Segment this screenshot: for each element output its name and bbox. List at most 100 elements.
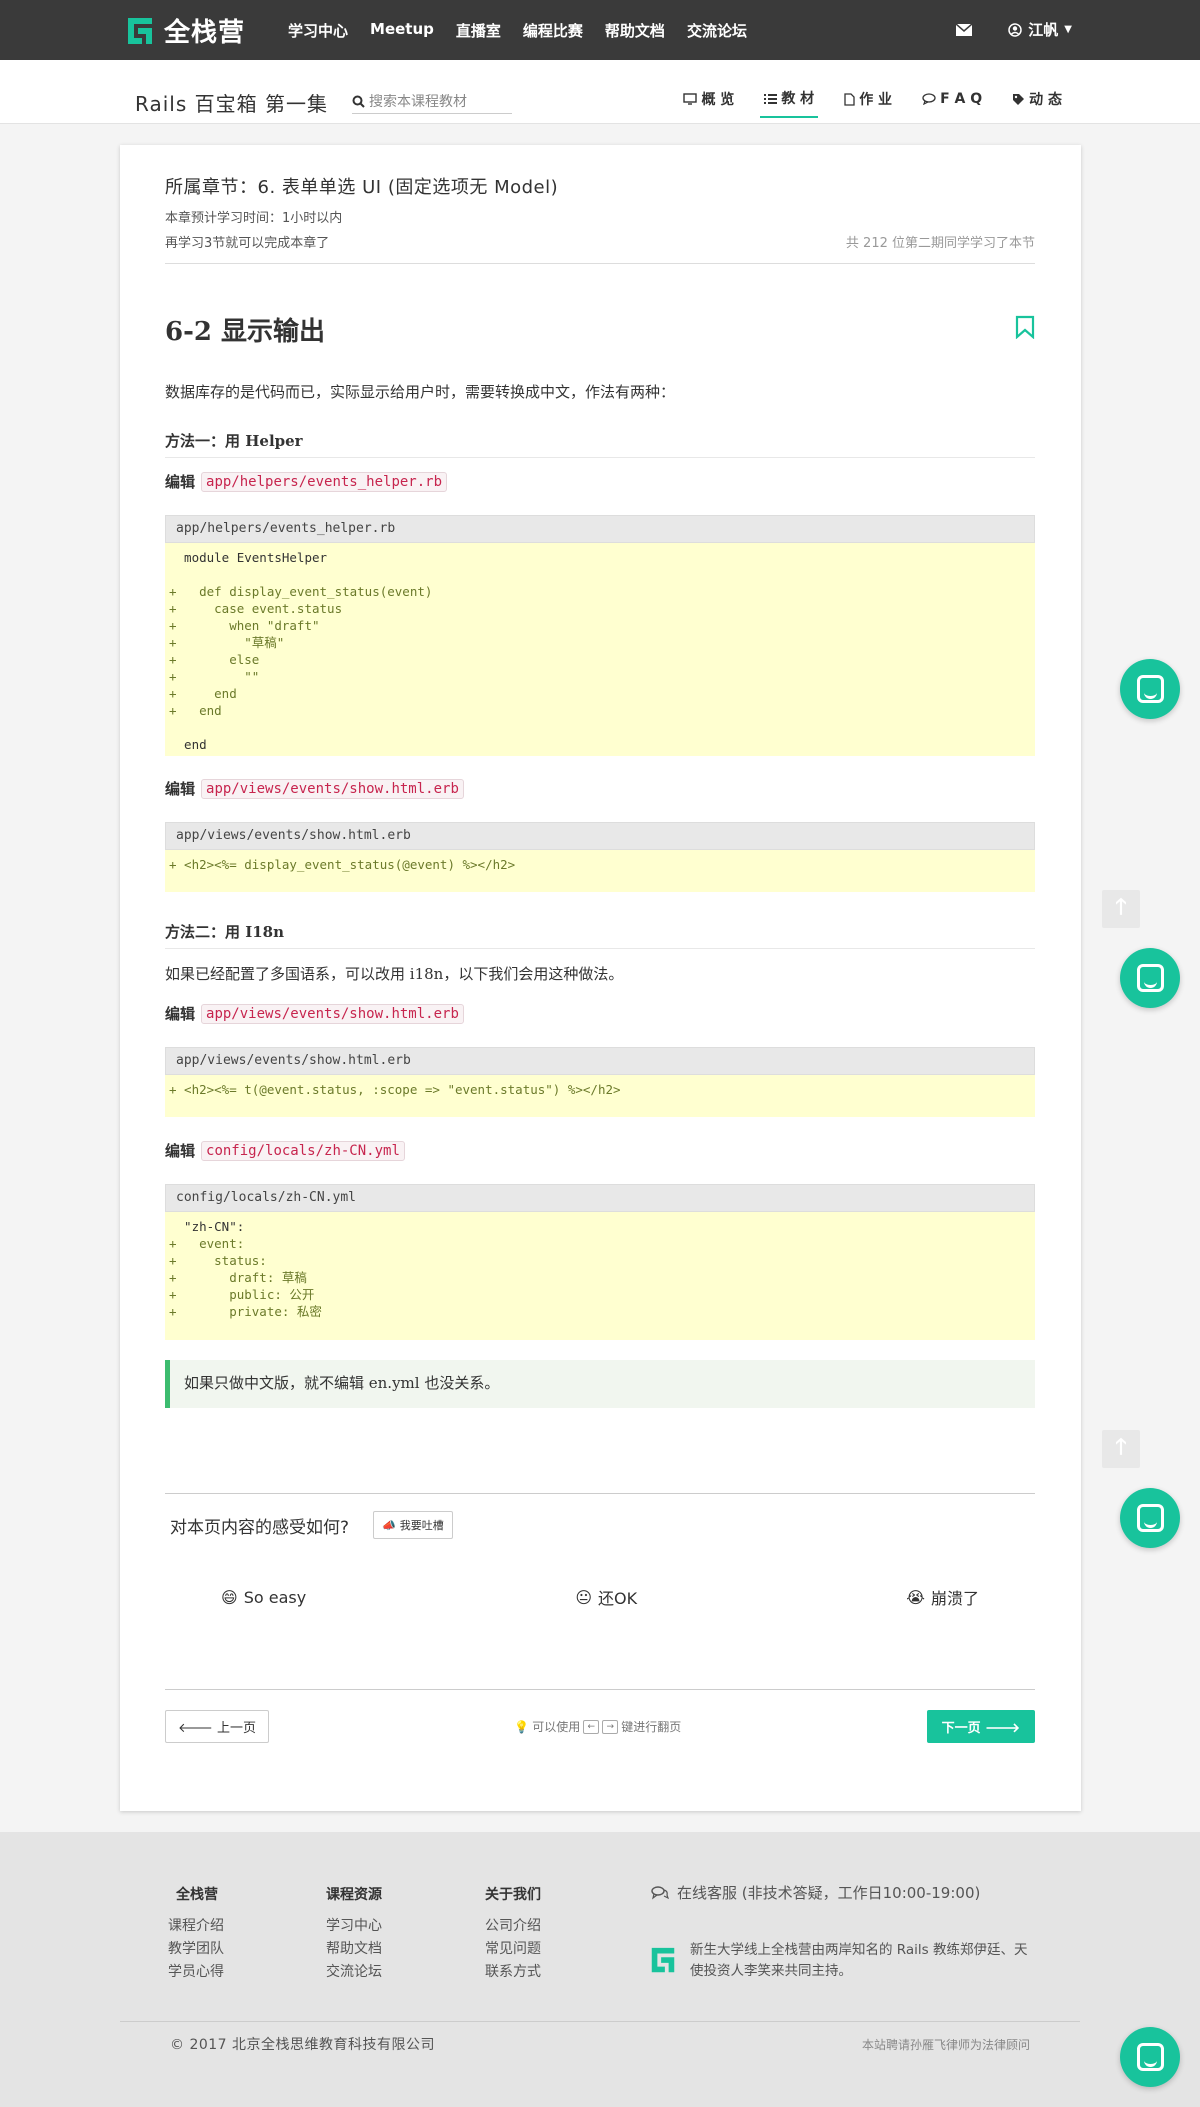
file-path-chip: app/views/events/show.html.erb (201, 778, 464, 799)
code-block-4: config/locals/zh-CN.yml "zh-CN": + event… (165, 1184, 1035, 1340)
user-menu[interactable]: 江帆 ▼ (1008, 19, 1072, 40)
prev-page-label: 上一页 (217, 1721, 257, 1736)
reaction-crash[interactable]: 😭 崩溃了 (906, 1585, 979, 1609)
chapter-title: 所属章节：6. 表单单选 UI (固定选项无 Model) (165, 177, 559, 198)
footer-link[interactable]: 交流论坛 (326, 1961, 382, 1984)
edit-label: 编辑 (165, 1142, 196, 1160)
nav-meetup[interactable]: Meetup (370, 20, 434, 41)
file-path-chip: config/locals/zh-CN.yml (201, 1140, 405, 1161)
reaction-ok[interactable]: 😐 还OK (575, 1585, 637, 1609)
search-icon (352, 95, 365, 108)
footer-col-heading: 关于我们 (485, 1887, 541, 1903)
brand-logo[interactable]: 全栈营 (124, 12, 245, 49)
nav-help-docs[interactable]: 帮助文档 (605, 20, 665, 41)
code-block-2: app/views/events/show.html.erb + <h2><%=… (165, 822, 1035, 892)
envelope-icon[interactable] (956, 23, 973, 36)
chat-support-button[interactable] (1120, 659, 1180, 719)
footer-link[interactable]: 学员心得 (168, 1961, 224, 1984)
code-line: "zh-CN": (184, 1219, 245, 1234)
footer-link[interactable]: 帮助文档 (326, 1938, 382, 1961)
code-line: + def display_event_status(event) (169, 584, 433, 599)
pager-hint-pre: 可以使用 (532, 1720, 581, 1734)
code-line: + status: (169, 1253, 267, 1268)
code-line: + <h2><%= t(@event.status, :scope => "ev… (169, 1082, 621, 1097)
footer-link[interactable]: 教学团队 (168, 1938, 224, 1961)
chat-bubble-icon (1137, 2043, 1164, 2071)
edit-label: 编辑 (165, 473, 196, 491)
prev-page-button[interactable]: 🡐 上一页 (165, 1710, 270, 1743)
list-icon (764, 93, 778, 104)
method2-description: 如果已经配置了多国语系，可以改用 i18n，以下我们会用这种做法。 (165, 965, 624, 983)
footer-col-heading: 课程资源 (326, 1887, 382, 1903)
peer-count: 共 212 位第二期同学学习了本节 (845, 236, 1035, 251)
feedback-question-text: 对本页内容的感受如何? (170, 1517, 350, 1538)
code-line: + <h2><%= display_event_status(@event) %… (169, 857, 516, 872)
edit-step-3: 编辑 app/views/events/show.html.erb (165, 1003, 1035, 1024)
footer-link[interactable]: 常见问题 (485, 1938, 541, 1961)
nav-live-room[interactable]: 直播室 (456, 20, 501, 41)
nav-learning-center[interactable]: 学习中心 (288, 20, 348, 41)
chat-support-button[interactable] (1120, 2027, 1180, 2087)
next-page-button[interactable]: 下一页 🡒 (926, 1710, 1035, 1743)
rant-button-label: 我要吐槽 (399, 1519, 444, 1532)
code-block-filename: app/helpers/events_helper.rb (165, 515, 1035, 543)
reaction-easy[interactable]: 😄 So easy (221, 1585, 306, 1609)
top-navbar: 全栈营 学习中心 Meetup 直播室 编程比赛 帮助文档 交流论坛 江帆 ▼ (0, 0, 1200, 60)
online-service[interactable]: 在线客服 (非技术答疑，工作日10:00-19:00) (651, 1882, 980, 1903)
footer-about: 新生大学线上全栈营由两岸知名的 Rails 教练郑伊廷、天使投资人李笑来共同主持… (690, 1942, 1028, 1979)
code-block-3: app/views/events/show.html.erb + <h2><%=… (165, 1047, 1035, 1117)
pager: 🡐 上一页 💡 可以使用 ← → 键进行翻页 下一页 🡒 (165, 1710, 1035, 1743)
code-block-content: "zh-CN": + event: + status: + draft: 草稿 … (165, 1212, 1035, 1330)
code-line: + "草稿" (169, 635, 285, 650)
nav-contest[interactable]: 编程比赛 (523, 20, 583, 41)
edit-label: 编辑 (165, 780, 196, 798)
copyright: © 2017 北京全栈思维教育科技有限公司 (170, 2037, 436, 2053)
footer-link[interactable]: 学习中心 (326, 1915, 382, 1938)
estimated-time: 本章预计学习时间：1小时以内 (165, 211, 343, 226)
chat-support-button[interactable] (1120, 948, 1180, 1008)
pager-hint-post: 键进行翻页 (621, 1720, 682, 1734)
tab-homework-label: 作 业 (859, 92, 893, 108)
course-search-input[interactable] (369, 93, 509, 110)
code-line: module EventsHelper (184, 550, 328, 565)
tab-homework[interactable]: 作 业 (840, 88, 896, 118)
footer-col-resources: 课程资源 学习中心 帮助文档 交流论坛 (326, 1884, 382, 1984)
divider (165, 1689, 1035, 1690)
top-right-actions: 江帆 ▼ (956, 19, 1072, 40)
divider (165, 263, 1035, 264)
footer-col-about: 关于我们 公司介绍 常见问题 联系方式 (485, 1884, 541, 1984)
footer-link[interactable]: 公司介绍 (485, 1915, 541, 1938)
file-icon (844, 92, 855, 106)
code-line: + public: 公开 (169, 1287, 315, 1302)
rant-button[interactable]: 📣 我要吐槽 (373, 1511, 453, 1539)
scroll-to-top-button[interactable]: 🡑 (1102, 1430, 1140, 1468)
code-block-content: + <h2><%= t(@event.status, :scope => "ev… (165, 1075, 1035, 1108)
course-search (352, 90, 512, 114)
user-circle-icon (1008, 22, 1023, 37)
caret-down-icon: ▼ (1064, 24, 1072, 35)
bookmark-icon[interactable] (1015, 315, 1035, 339)
file-path-chip: app/views/events/show.html.erb (201, 1003, 464, 1024)
legal-notice: 本站聘请孙雁飞律师为法律顾问 (861, 2038, 1030, 2052)
scroll-to-top-button[interactable]: 🡑 (1102, 890, 1140, 928)
key-right: → (602, 1719, 619, 1734)
chat-support-button[interactable] (1120, 1488, 1180, 1548)
footer-logo-icon (651, 1947, 675, 1973)
nav-forum[interactable]: 交流论坛 (687, 20, 747, 41)
tab-materials-label: 教 材 (781, 91, 815, 107)
comments-icon (651, 1885, 669, 1899)
tab-materials[interactable]: 教 材 (760, 88, 819, 118)
lightbulb-icon: 💡 (514, 1719, 530, 1734)
chat-bubble-icon (1137, 964, 1164, 992)
footer-link[interactable]: 课程介绍 (168, 1915, 224, 1938)
footer-link[interactable]: 联系方式 (485, 1961, 541, 1984)
tab-faq[interactable]: F A Q (918, 88, 986, 118)
key-left: ← (583, 1719, 600, 1734)
code-block-filename: app/views/events/show.html.erb (165, 822, 1035, 850)
file-path-chip: app/helpers/events_helper.rb (201, 471, 448, 492)
lesson-intro: 数据库存的是代码而已，实际显示给用户时，需要转换成中文，作法有两种： (165, 383, 676, 401)
monitor-icon (683, 93, 698, 105)
tab-overview[interactable]: 概 览 (679, 88, 738, 118)
edit-step-2: 编辑 app/views/events/show.html.erb (165, 778, 1035, 799)
tab-activity[interactable]: 动 态 (1008, 88, 1066, 118)
